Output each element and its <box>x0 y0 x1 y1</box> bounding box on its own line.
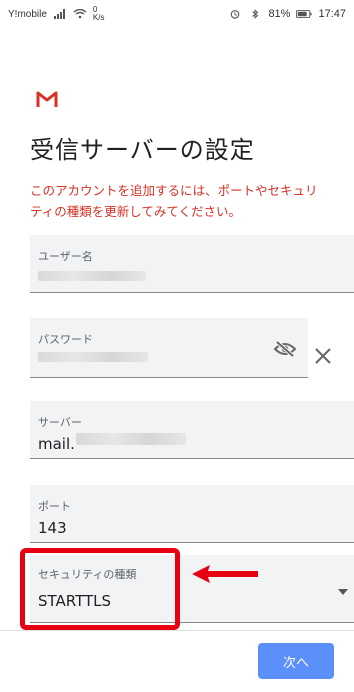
status-bar: Y!mobile 0 K/s 81% 17:47 <box>0 0 354 28</box>
close-icon[interactable] <box>314 347 332 365</box>
password-field[interactable]: パスワード <box>30 318 308 378</box>
error-message: このアカウントを追加するには、ポートやセキュリティの種類を更新してみてください。 <box>30 183 318 219</box>
password-redacted <box>38 352 148 362</box>
gmail-logo <box>36 91 58 107</box>
username-field[interactable]: ユーザー名 <box>30 235 354 293</box>
server-label: サーバー <box>38 416 82 429</box>
alarm-icon <box>231 10 240 19</box>
security-type-value: STARTTLS <box>38 592 112 610</box>
signal-icon <box>53 9 65 19</box>
battery-percent: 81% <box>268 8 291 20</box>
status-left: Y!mobile 0 K/s <box>8 6 104 22</box>
port-value: 143 <box>38 519 67 537</box>
port-label: ポート <box>38 500 71 513</box>
page-title: 受信サーバーの設定 <box>30 136 255 164</box>
port-field[interactable]: ポート 143 <box>30 485 354 543</box>
bottom-divider <box>0 630 354 631</box>
dropdown-arrow-icon[interactable] <box>338 589 348 595</box>
carrier-label: Y!mobile <box>8 8 47 20</box>
server-value: mail. <box>38 435 75 453</box>
annotation-arrow-icon <box>192 565 258 583</box>
next-button[interactable]: 次へ <box>258 643 334 679</box>
status-right: 81% 17:47 <box>228 8 346 20</box>
visibility-off-icon[interactable] <box>274 340 296 358</box>
password-label: パスワード <box>38 333 93 346</box>
netspeed-indicator: 0 K/s <box>93 6 105 22</box>
wifi-icon <box>73 9 87 19</box>
bluetooth-icon <box>252 9 259 19</box>
clock: 17:47 <box>318 8 346 20</box>
battery-icon <box>296 10 313 18</box>
server-field[interactable]: サーバー mail. <box>30 401 354 459</box>
server-redacted <box>76 433 186 445</box>
username-label: ユーザー名 <box>38 250 93 263</box>
username-redacted <box>38 271 146 281</box>
security-type-label: セキュリティの種類 <box>38 568 137 581</box>
netspeed-unit: K/s <box>92 13 105 22</box>
